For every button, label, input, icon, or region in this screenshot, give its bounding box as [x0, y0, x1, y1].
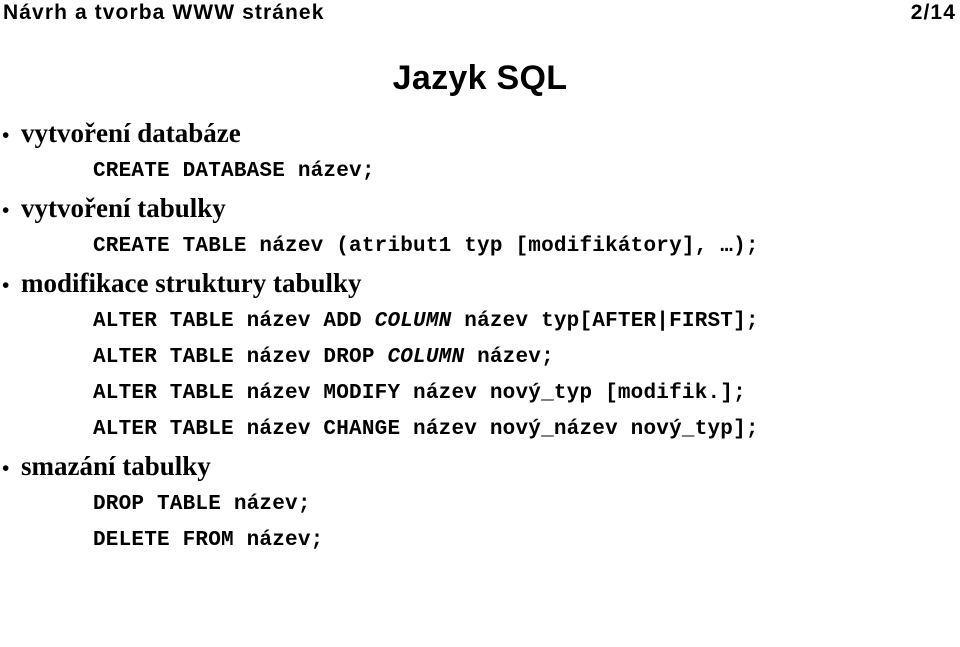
sql-code-text: ALTER TABLE název ADD: [93, 310, 375, 333]
sql-code-text-tail: název typ[AFTER|FIRST];: [451, 310, 759, 333]
bullet-dot-icon: •: [2, 123, 10, 147]
bullet-item: • vytvoření tabulky: [0, 190, 960, 229]
slide-header: Návrh a tvorba WWW stránek 2/14: [0, 0, 960, 40]
sql-keyword-emphasis: COLUMN: [374, 310, 452, 333]
bullet-label: vytvoření databáze: [21, 118, 241, 148]
bullet-dot-icon: •: [2, 273, 10, 297]
sql-code-text: CREATE TABLE název (atribut1 typ [modifi…: [93, 235, 759, 258]
sql-code-line: ALTER TABLE název ADD COLUMN název typ[A…: [0, 304, 960, 340]
page-indicator: 2/14: [910, 1, 956, 24]
bullet-dot-icon: •: [2, 198, 10, 222]
sql-code-line: CREATE TABLE název (atribut1 typ [modifi…: [0, 229, 960, 265]
bullet-item: • modifikace struktury tabulky: [0, 265, 960, 304]
bullet-item: • smazání tabulky: [0, 448, 960, 487]
bullet-label: vytvoření tabulky: [21, 193, 226, 223]
sql-code-text-tail: název;: [464, 346, 554, 369]
slide-title: Jazyk SQL: [392, 59, 568, 97]
sql-keyword-emphasis: COLUMN: [387, 346, 465, 369]
sql-code-text: ALTER TABLE název MODIFY název nový_typ …: [93, 382, 746, 405]
bullet-label: modifikace struktury tabulky: [21, 268, 362, 298]
bullet-section: • vytvoření tabulky CREATE TABLE název (at…: [0, 190, 960, 265]
sql-code-line: CREATE DATABASE název;: [0, 154, 960, 190]
bullet-dot-icon: •: [2, 456, 10, 480]
bullet-section: • smazání tabulky DROP TABLE název; DELETE …: [0, 448, 960, 559]
sql-code-text: DELETE FROM název;: [93, 529, 324, 552]
sql-code-text: ALTER TABLE název DROP: [93, 346, 388, 369]
sql-code-line: ALTER TABLE název DROP COLUMN název;: [0, 340, 960, 376]
sql-code-line: ALTER TABLE název MODIFY název nový_typ …: [0, 376, 960, 412]
bullet-label: smazání tabulky: [21, 451, 211, 481]
bullet-item: • vytvoření databáze: [0, 115, 960, 154]
bullet-section: • vytvoření databáze CREATE DATABASE název…: [0, 115, 960, 190]
bullet-section: • modifikace struktury tabulky ALTER TABLE…: [0, 265, 960, 448]
sql-code-line: ALTER TABLE název CHANGE název nový_náze…: [0, 412, 960, 448]
sql-code-line: DELETE FROM název;: [0, 523, 960, 559]
sql-code-text: CREATE DATABASE název;: [93, 160, 375, 183]
sql-code-text: DROP TABLE název;: [93, 493, 311, 516]
slide-content: • vytvoření databáze CREATE DATABASE název…: [0, 115, 960, 559]
course-title: Návrh a tvorba WWW stránek: [3, 1, 325, 24]
sql-code-text: ALTER TABLE název CHANGE název nový_náze…: [93, 418, 759, 441]
sql-code-line: DROP TABLE název;: [0, 487, 960, 523]
